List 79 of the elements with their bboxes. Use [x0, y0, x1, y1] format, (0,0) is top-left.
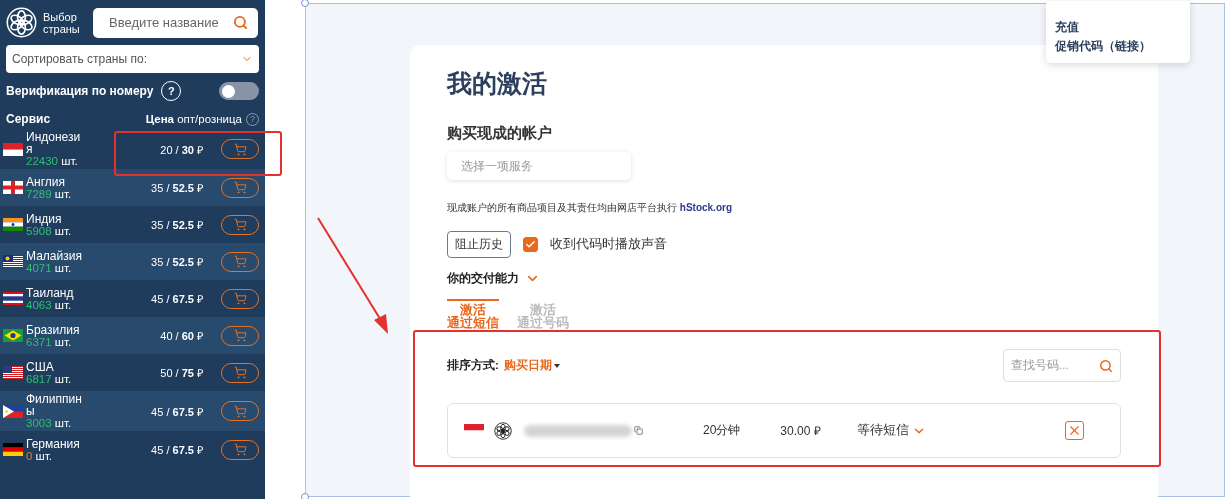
sound-label: 收到代码时播放声音 [550, 236, 667, 253]
price: 35 / 52.5 ₽ [151, 255, 203, 269]
status-dropdown[interactable]: 等待短信 [856, 422, 926, 439]
country-name: Малайзия [26, 249, 83, 262]
logo-label: Выбор страны [43, 10, 81, 35]
country-name: Индия [26, 212, 63, 225]
price: 45 / 67.5 ₽ [151, 443, 203, 457]
sort-select[interactable]: Сортировать страны по: [6, 45, 259, 73]
flag-icon [3, 255, 23, 268]
country-name: Германия [26, 437, 81, 450]
country-name: США [26, 360, 55, 373]
country-row[interactable]: Бразилия 6371 шт. 40 / 60 ₽ [0, 317, 265, 354]
cart-icon [233, 292, 247, 305]
cart-icon [233, 218, 247, 231]
page-title: 我的激活 [447, 68, 548, 99]
price-header: Цена опт/розница [145, 113, 242, 125]
country-name: Англия [26, 175, 66, 188]
country-name: Филиппины [26, 393, 83, 417]
resize-handle[interactable] [301, 493, 309, 499]
menu-item[interactable]: 促销代码（链接） [1055, 38, 1190, 55]
country-row[interactable]: Англия 7289 шт. 35 / 52.5 ₽ [0, 169, 265, 206]
country-name: Бразилия [26, 323, 81, 336]
cart-icon [233, 142, 247, 156]
stock-count: 5908 шт. [26, 224, 73, 237]
price: 45 / 67.5 ₽ [151, 404, 203, 419]
stock-count: 6817 шт. [26, 372, 73, 385]
country-name: Таиланд [26, 286, 75, 299]
menu-item[interactable]: 充值 [1055, 19, 1190, 36]
price: 35 / 52.5 ₽ [151, 181, 203, 195]
search-icon [1099, 358, 1113, 373]
flower-logo-icon [6, 7, 37, 38]
search-icon [233, 15, 248, 30]
flag-icon [3, 329, 23, 342]
cart-icon [233, 329, 247, 342]
flag-icon [3, 142, 23, 156]
cart-icon [233, 181, 247, 194]
cart-icon [233, 404, 247, 418]
stock-count: 6371 шт. [26, 335, 72, 348]
stock-count: 22430 шт. [26, 155, 79, 167]
country-row[interactable]: Филиппины 3003 шт. 45 / 67.5 ₽ [0, 391, 265, 431]
flag-icon [3, 443, 23, 456]
verification-label: Верификация по номеру [6, 84, 154, 98]
cart-icon [233, 255, 247, 268]
verification-toggle[interactable] [219, 82, 259, 100]
cart-icon [233, 443, 247, 456]
copy-icon[interactable] [634, 426, 643, 435]
price: 40 / 60 ₽ [160, 329, 203, 343]
close-icon [1067, 423, 1082, 438]
time-cell: 20分钟 [703, 422, 741, 439]
delivery-label: 你的交付能力 [447, 270, 519, 287]
flag-icon [3, 292, 23, 305]
price: 45 / 67.5 ₽ [151, 292, 203, 306]
section-title: 购买现成的帐户 [447, 124, 553, 143]
price: 20 / 30 ₽ [160, 142, 203, 157]
flower-logo-icon [494, 421, 512, 440]
service-header: Сервис [6, 112, 51, 126]
flag-icon [3, 181, 23, 194]
resize-handle[interactable] [301, 0, 309, 7]
close-button[interactable] [1065, 421, 1084, 440]
flag-icon [3, 218, 23, 231]
country-search-field[interactable]: Введите название [93, 7, 258, 38]
note-text: 现成账户的所有商品项目及其责任均由网店平台执行 hStock.org [447, 201, 733, 215]
country-row[interactable]: Малайзия 4071 шт. 35 / 52.5 ₽ [0, 243, 265, 280]
price: 35 / 52.5 ₽ [151, 218, 203, 232]
check-icon [525, 239, 536, 250]
history-button[interactable]: 阻止历史 [447, 231, 511, 258]
cart-icon [233, 366, 247, 379]
sound-checkbox[interactable] [523, 237, 538, 252]
price: 50 / 75 ₽ [160, 366, 203, 380]
note-link[interactable]: hStock.org [679, 202, 732, 213]
sort-label: 排序方式: [447, 358, 499, 373]
price-cell-text: 30.00 ₽ [780, 423, 821, 439]
country-name: Индонезия [26, 131, 82, 155]
flag-icon [3, 366, 23, 379]
stock-count: 7289 шт. [26, 187, 73, 200]
stock-count: 0 шт. [26, 449, 53, 462]
stock-count: 4071 шт. [26, 261, 73, 274]
flag-icon [3, 404, 23, 418]
stock-count: 3003 шт. [26, 417, 73, 429]
